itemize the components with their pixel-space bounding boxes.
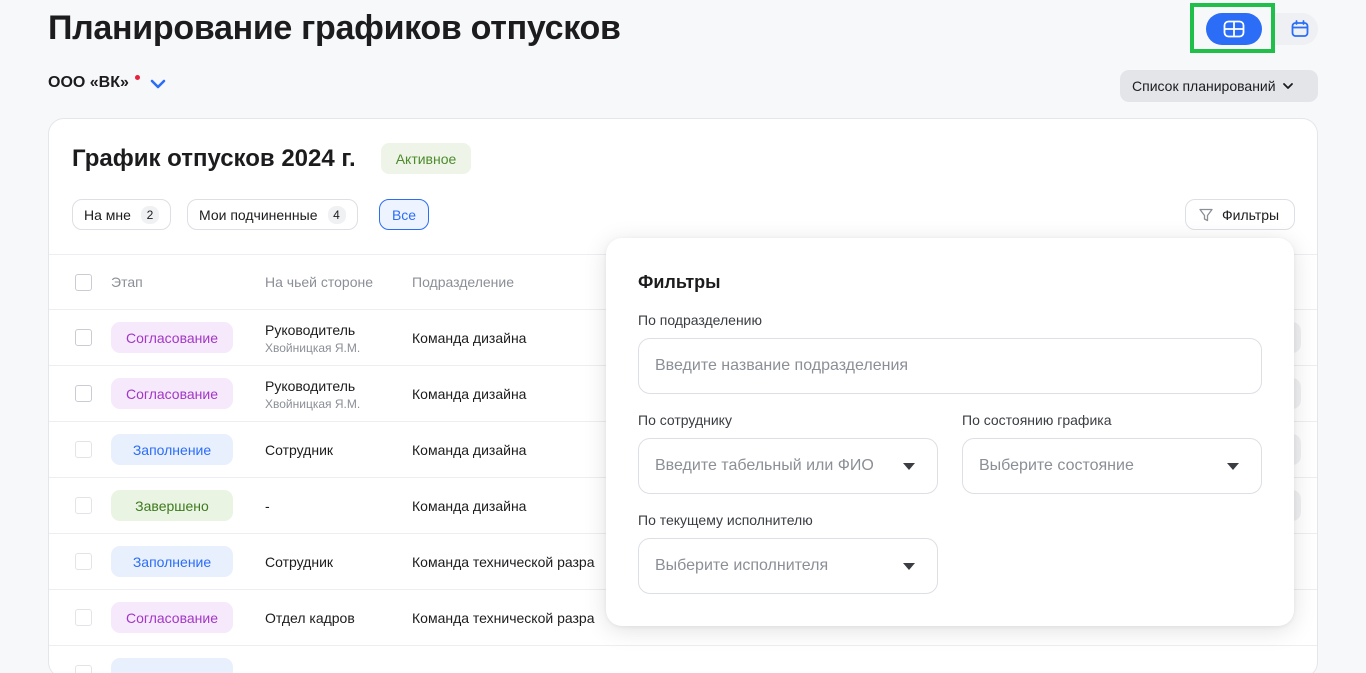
selection-highlight: [1190, 3, 1275, 53]
side-person: Хвойницкая Я.М.: [265, 397, 361, 411]
stage-badge: [111, 658, 233, 673]
employee-filter-label: По сотруднику: [638, 412, 732, 428]
tab-label: Мои подчиненные: [199, 206, 318, 223]
side-name: Руководитель: [265, 378, 356, 394]
state-placeholder: Выберите состояние: [979, 457, 1134, 474]
side-name: Сотрудник: [265, 554, 334, 570]
executor-filter-label: По текущему исполнителю: [638, 512, 813, 528]
executor-filter-select[interactable]: Выберите исполнителя: [638, 538, 938, 594]
filters-button[interactable]: Фильтры: [1185, 199, 1295, 230]
column-header-stage: Этап: [111, 274, 143, 290]
side-name: Руководитель: [265, 322, 356, 338]
column-header-side: На чьей стороне: [265, 274, 374, 290]
side-name: Сотрудник: [265, 442, 334, 458]
executor-placeholder: Выберите исполнителя: [655, 557, 829, 574]
chevron-down-icon: [150, 79, 166, 89]
department: Команда дизайна: [412, 330, 527, 346]
filters-popup: Фильтры По подразделению Введите названи…: [606, 238, 1294, 626]
calendar-icon: [1291, 20, 1309, 37]
department: Команда технической разра: [412, 554, 595, 570]
caret-down-icon: [903, 563, 915, 570]
row-checkbox[interactable]: [75, 385, 92, 402]
caret-down-icon: [903, 463, 915, 470]
side-person: Хвойницкая Я.М.: [265, 341, 361, 355]
select-all-checkbox[interactable]: [75, 274, 92, 291]
row-checkbox[interactable]: [75, 329, 92, 346]
status-badge: Активное: [381, 143, 471, 174]
department-filter-input[interactable]: Введите название подразделения: [638, 338, 1262, 394]
organization-name: ООО «ВК»: [48, 74, 129, 91]
stage-badge: Согласование: [111, 378, 233, 409]
department-filter-label: По подразделению: [638, 312, 762, 328]
stage-badge: Заполнение: [111, 546, 233, 577]
plan-list-dropdown[interactable]: Список планирований: [1120, 70, 1318, 102]
department: Команда дизайна: [412, 442, 527, 458]
tab-on-me[interactable]: На мне 2: [72, 199, 171, 230]
state-filter-label: По состоянию графика: [962, 412, 1112, 428]
tab-my-subordinates[interactable]: Мои подчиненные 4: [187, 199, 358, 230]
tab-label: На мне: [84, 206, 131, 223]
page-title: Планирование графиков отпусков: [48, 9, 621, 47]
required-dot: [134, 74, 140, 80]
stage-badge: Заполнение: [111, 434, 233, 465]
stage-badge: Согласование: [111, 322, 233, 353]
stage-badge: Завершено: [111, 490, 233, 521]
tab-count: 4: [327, 205, 346, 224]
view-toggle: [1190, 3, 1318, 53]
row-checkbox[interactable]: [75, 497, 92, 514]
state-filter-select[interactable]: Выберите состояние: [962, 438, 1262, 494]
caret-down-icon: [1227, 463, 1239, 470]
card-title: График отпусков 2024 г.: [72, 145, 356, 172]
department: Команда технической разра: [412, 610, 595, 626]
table-row[interactable]: [49, 646, 1317, 673]
employee-placeholder: Введите табельный или ФИО: [655, 457, 874, 474]
department-placeholder: Введите название подразделения: [655, 357, 909, 374]
plan-list-label: Список планирований: [1132, 78, 1276, 94]
side-name: Отдел кадров: [265, 610, 355, 626]
filters-label: Фильтры: [1222, 206, 1280, 223]
department: Команда дизайна: [412, 498, 527, 514]
popup-title: Фильтры: [638, 272, 721, 292]
stage-badge: Согласование: [111, 602, 233, 633]
calendar-view-button[interactable]: [1274, 13, 1318, 45]
column-header-department: Подразделение: [412, 274, 515, 290]
employee-filter-select[interactable]: Введите табельный или ФИО: [638, 438, 938, 494]
row-checkbox[interactable]: [75, 665, 92, 673]
department: Команда дизайна: [412, 386, 527, 402]
tab-label: Все: [391, 206, 417, 223]
side-name: -: [265, 498, 270, 514]
chevron-down-icon: [1282, 83, 1293, 89]
organization-selector[interactable]: ООО «ВК»: [48, 74, 166, 92]
filter-icon: [1199, 208, 1213, 221]
tab-all[interactable]: Все: [379, 199, 429, 230]
row-checkbox[interactable]: [75, 441, 92, 458]
row-checkbox[interactable]: [75, 553, 92, 570]
row-checkbox[interactable]: [75, 609, 92, 626]
tab-count: 2: [140, 205, 159, 224]
